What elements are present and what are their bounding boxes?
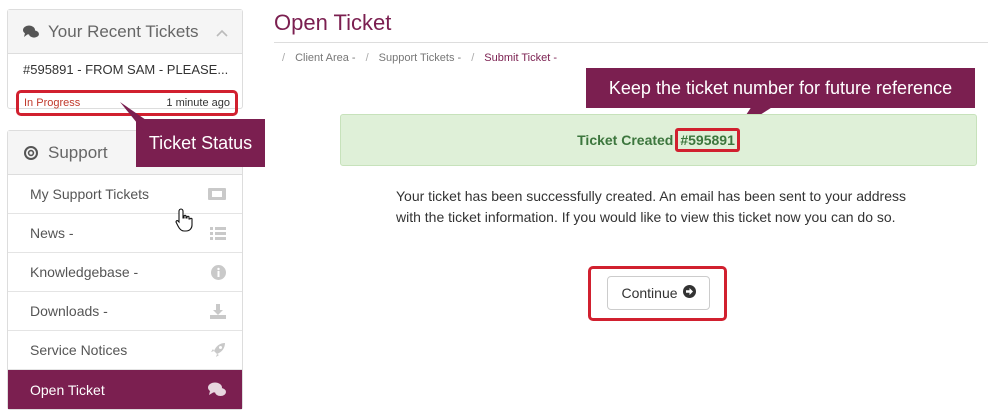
breadcrumb: / Client Area - / Support Tickets - / Su… [282,52,557,64]
breadcrumb-separator: / [471,52,475,64]
ticket-timestamp: 1 minute ago [166,97,230,109]
ticket-icon [208,188,226,200]
breadcrumb-separator: / [282,52,286,64]
ticket-number: #595891 [675,128,740,152]
breadcrumb-support-tickets[interactable]: Support Tickets - [379,52,462,64]
continue-label: Continue [621,285,678,301]
sidebar-item-label: Knowledgebase - [30,264,139,280]
sidebar-item-label: News - [30,225,74,241]
info-circle-icon [211,264,226,280]
sidebar-item-label: Downloads - [30,303,108,319]
status-badge: In Progress [24,97,81,109]
continue-button[interactable]: Continue [607,276,710,310]
breadcrumb-submit-ticket: Submit Ticket - [484,52,558,64]
callout-pointer [120,102,146,134]
support-title: Support [48,142,108,162]
sidebar-item-service-notices[interactable]: Service Notices [8,331,242,370]
list-icon [210,226,226,240]
download-icon [210,303,226,319]
support-panel: Support My Support Tickets News - Knowle… [7,130,243,410]
hand-cursor-icon [175,208,195,237]
breadcrumb-separator: / [365,52,369,64]
recent-tickets-panel: Your Recent Tickets #595891 - FROM SAM -… [7,9,243,116]
life-ring-icon [22,144,40,162]
divider [274,42,988,43]
page-title: Open Ticket [274,10,392,35]
recent-tickets-title: Your Recent Tickets [48,21,199,41]
comments-icon [22,23,40,41]
comments-icon [208,382,226,397]
page: Your Recent Tickets #595891 - FROM SAM -… [0,0,988,416]
alert-label: Ticket Created [577,132,674,148]
sidebar-item-knowledgebase[interactable]: Knowledgebase - [8,253,242,292]
success-alert: Ticket Created #595891 [340,114,977,166]
sidebar-item-label: My Support Tickets [30,186,150,202]
sidebar-item-label: Open Ticket [30,381,105,398]
sidebar-item-news[interactable]: News - [8,214,242,253]
arrow-circle-right-icon [682,285,696,301]
sidebar-item-open-ticket[interactable]: Open Ticket [8,370,242,409]
sidebar-item-my-support-tickets[interactable]: My Support Tickets [8,175,242,214]
ticket-status-callout: Ticket Status [136,119,265,167]
recent-ticket-link[interactable]: #595891 - FROM SAM - PLEASE... [23,62,228,77]
success-message: Your ticket has been successfully create… [396,188,907,225]
ticket-number-callout: Keep the ticket number for future refere… [586,68,975,108]
sidebar-item-label: Service Notices [30,342,128,358]
sidebar-item-downloads[interactable]: Downloads - [8,292,242,331]
rocket-icon [210,342,226,358]
breadcrumb-client-area[interactable]: Client Area - [295,52,356,64]
chevron-up-icon[interactable] [216,22,228,42]
recent-tickets-header[interactable]: Your Recent Tickets [8,10,242,54]
